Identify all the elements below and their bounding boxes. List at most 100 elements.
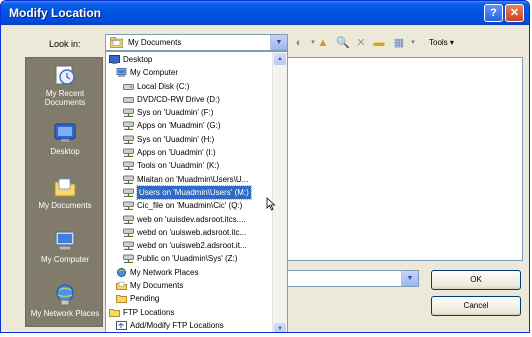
- dropdown-item[interactable]: Sys on 'Uuadmin' (F:): [106, 106, 273, 119]
- dropdown-item-label: web on 'uuisdev.adsroot.itcs....: [137, 214, 246, 224]
- dropdown-scrollbar[interactable]: ▲ ▼: [272, 52, 287, 332]
- dropdown-item-label: My Documents: [130, 281, 184, 291]
- dropdown-item[interactable]: My Documents: [106, 279, 273, 292]
- dropdown-item[interactable]: Apps on 'Muadmin' (G:): [106, 119, 273, 132]
- my-computer-icon: [55, 231, 75, 251]
- dropdown-item[interactable]: Users on 'Muadmin\Users' (M:): [106, 184, 273, 200]
- up-folder-icon[interactable]: ▲: [315, 35, 331, 51]
- place-my-documents[interactable]: My Documents: [26, 176, 104, 210]
- dropdown-item-label: Tools on 'Uuadmin' (K:): [137, 161, 220, 171]
- mouse-cursor-icon: [266, 197, 276, 211]
- help-button[interactable]: ?: [484, 4, 503, 22]
- dropdown-item-label: DVD/CD-RW Drive (D:): [137, 94, 220, 104]
- network-places-icon: [117, 267, 126, 277]
- place-desktop[interactable]: Desktop: [26, 122, 104, 156]
- dropdown-item[interactable]: Desktop: [106, 53, 273, 66]
- look-in-dropdown-list[interactable]: Desktop My Computer Local Disk (C:) DVD/CD-…: [105, 51, 288, 332]
- dropdown-item[interactable]: web on 'uuisdev.adsroot.itcs....: [106, 213, 273, 226]
- dropdown-item[interactable]: Add/Modify FTP Locations: [106, 319, 273, 332]
- network-places-icon: [56, 284, 74, 306]
- desktop-icon: [109, 55, 120, 64]
- dropdown-item[interactable]: My Computer: [106, 66, 273, 79]
- search-web-icon[interactable]: 🔍: [335, 35, 351, 51]
- folder-icon: [116, 295, 127, 304]
- place-label: My Network Places: [30, 309, 100, 318]
- network-drive-icon: [123, 241, 134, 251]
- network-drive-icon: [123, 188, 134, 197]
- cd-drive-icon: [123, 96, 134, 103]
- dropdown-item-label: FTP Locations: [123, 307, 175, 317]
- recent-docs-icon: [55, 65, 75, 85]
- network-drive-icon: [123, 161, 134, 171]
- network-drive-icon: [123, 254, 134, 264]
- local-disk-icon: [123, 83, 134, 90]
- scroll-down-icon[interactable]: ▼: [274, 323, 286, 332]
- dropdown-item-label: Apps on 'Muadmin' (G:): [137, 121, 221, 131]
- scroll-up-icon[interactable]: ▲: [274, 53, 286, 65]
- dropdown-item-label: Users on 'Muadmin\Users' (M:): [136, 184, 252, 200]
- dropdown-item[interactable]: webd on 'uuisweb2.adsroot.it...: [106, 239, 273, 252]
- dropdown-item[interactable]: Local Disk (C:): [106, 80, 273, 93]
- my-documents-icon: [54, 178, 76, 197]
- file-name-dropdown-button[interactable]: ▼: [401, 271, 418, 286]
- network-drive-icon: [123, 201, 134, 211]
- dropdown-item[interactable]: Cic_file on 'Muadmin\Cic' (Q:): [106, 199, 273, 212]
- dropdown-item[interactable]: Mlaitan on 'Muadmin\Users\U...: [106, 173, 273, 186]
- close-button[interactable]: ✕: [505, 4, 524, 22]
- window-title: Modify Location: [9, 6, 101, 20]
- views-dropdown-icon[interactable]: ▾: [405, 35, 421, 51]
- place-my-computer[interactable]: My Computer: [26, 230, 104, 264]
- look-in-dropdown-button[interactable]: ▼: [270, 35, 287, 50]
- dropdown-item[interactable]: Tools on 'Uuadmin' (K:): [106, 159, 273, 172]
- tools-menu[interactable]: Tools ▾: [429, 38, 454, 47]
- dropdown-item-label: Add/Modify FTP Locations: [130, 320, 224, 330]
- dropdown-item-label: Apps on 'Uuadmin' (I:): [137, 148, 216, 158]
- dropdown-item[interactable]: Apps on 'Uuadmin' (I:): [106, 146, 273, 159]
- new-folder-icon[interactable]: ▬: [371, 35, 387, 51]
- place-my-recent-documents[interactable]: My Recent Documents: [26, 64, 104, 107]
- dropdown-items: Desktop My Computer Local Disk (C:) DVD/CD-…: [106, 53, 273, 332]
- dropdown-item-label: Local Disk (C:): [137, 81, 190, 91]
- dropdown-item-label: Mlaitan on 'Muadmin\Users\U...: [137, 174, 249, 184]
- dropdown-item-label: Sys on 'Uuadmin' (H:): [137, 134, 215, 144]
- dropdown-item-label: webd on 'uuisweb.adsroot.itc...: [137, 227, 247, 237]
- file-name-combo[interactable]: ▼: [279, 270, 419, 287]
- place-label: My Documents: [38, 201, 92, 210]
- place-my-network-places[interactable]: My Network Places: [26, 284, 104, 318]
- dropdown-item-label: My Network Places: [130, 267, 199, 277]
- place-label: My Computer: [40, 255, 89, 264]
- network-drive-icon: [123, 228, 134, 237]
- ftp-icon: [116, 320, 127, 330]
- close-icon: ✕: [509, 7, 520, 19]
- title-bar[interactable]: Modify Location ? ✕: [1, 1, 529, 25]
- desktop-icon: [54, 123, 76, 142]
- dropdown-item[interactable]: My Network Places: [106, 266, 273, 279]
- look-in-value: My Documents: [128, 38, 182, 47]
- look-in-combo[interactable]: My Documents ▼: [105, 34, 288, 51]
- dropdown-item[interactable]: Pending: [106, 292, 273, 305]
- dropdown-item[interactable]: DVD/CD-RW Drive (D:): [106, 93, 273, 106]
- folder-icon: [109, 308, 120, 317]
- place-label: My Recent Documents: [44, 89, 86, 107]
- chevron-down-icon: ▼: [275, 39, 283, 46]
- dropdown-item-label: webd on 'uuisweb2.adsroot.it...: [137, 241, 247, 251]
- dropdown-item[interactable]: Sys on 'Uuadmin' (H:): [106, 133, 273, 146]
- chevron-down-icon: ▼: [406, 275, 414, 282]
- dropdown-item-label: Sys on 'Uuadmin' (F:): [137, 108, 214, 118]
- look-in-label: Look in:: [49, 39, 81, 49]
- network-drive-icon: [123, 121, 134, 131]
- dropdown-item-label: Pending: [130, 294, 160, 304]
- dropdown-item[interactable]: webd on 'uuisweb.adsroot.itc...: [106, 226, 273, 239]
- dropdown-item-label: Cic_file on 'Muadmin\Cic' (Q:): [137, 201, 243, 211]
- dropdown-item-label: Desktop: [123, 55, 153, 64]
- ok-button[interactable]: OK: [431, 270, 521, 290]
- dropdown-item[interactable]: FTP Locations: [106, 306, 273, 319]
- dropdown-item-label: Public on 'Uuadmin\Sys' (Z:): [137, 254, 238, 264]
- network-drive-icon: [123, 135, 134, 144]
- network-drive-icon: [123, 175, 134, 184]
- dropdown-item[interactable]: Public on 'Uuadmin\Sys' (Z:): [106, 252, 273, 265]
- cancel-button[interactable]: Cancel: [431, 296, 521, 316]
- network-drive-icon: [123, 215, 134, 224]
- delete-icon[interactable]: ✕: [353, 35, 369, 51]
- dropdown-item-label: My Computer: [130, 68, 179, 78]
